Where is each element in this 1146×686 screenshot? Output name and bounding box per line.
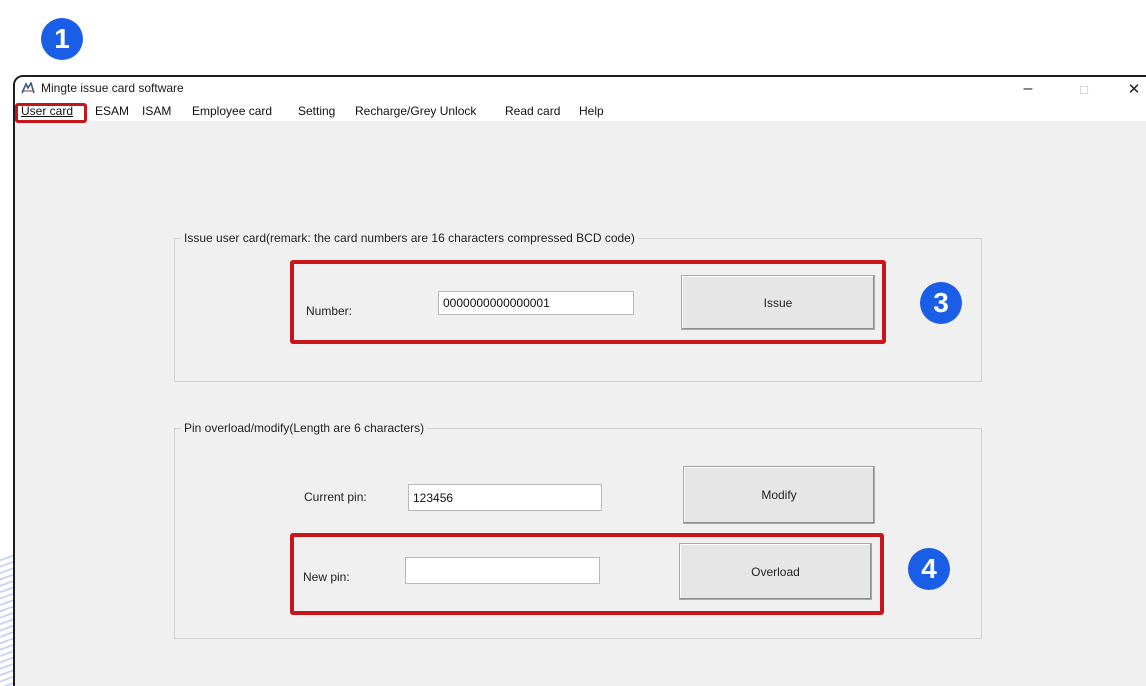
app-window: Mingte issue card software – □ ✕ User ca… — [13, 75, 1146, 686]
close-button[interactable]: ✕ — [1111, 77, 1146, 101]
app-icon — [21, 82, 35, 94]
menu-help[interactable]: Help — [579, 104, 604, 118]
modify-button[interactable]: Modify — [683, 466, 875, 524]
menu-employee-card[interactable]: Employee card — [192, 104, 272, 118]
highlight-new-pin-row — [290, 533, 884, 615]
menu-isam[interactable]: ISAM — [142, 104, 171, 118]
menu-recharge-grey-unlock[interactable]: Recharge/Grey Unlock — [355, 104, 476, 118]
issue-group-legend: Issue user card(remark: the card numbers… — [181, 231, 638, 245]
menu-esam[interactable]: ESAM — [95, 104, 129, 118]
minimize-button[interactable]: – — [1005, 77, 1051, 101]
maximize-icon: □ — [1080, 81, 1088, 97]
step-badge-1: 1 — [41, 18, 83, 60]
pin-group-legend: Pin overload/modify(Length are 6 charact… — [181, 421, 428, 435]
current-pin-label: Current pin: — [304, 490, 367, 504]
highlight-user-card — [15, 103, 87, 123]
step-badge-3: 3 — [920, 282, 962, 324]
menu-read-card[interactable]: Read card — [505, 104, 560, 118]
maximize-button[interactable]: □ — [1061, 77, 1107, 101]
window-title: Mingte issue card software — [41, 81, 184, 95]
current-pin-input[interactable] — [408, 484, 602, 511]
menu-bar: User card ESAM ISAM Employee card Settin… — [15, 101, 1146, 121]
title-bar: Mingte issue card software – □ ✕ — [15, 77, 1146, 101]
close-icon: ✕ — [1127, 81, 1141, 98]
highlight-issue-row — [290, 260, 886, 344]
minimize-icon: – — [1023, 80, 1033, 97]
step-badge-4: 4 — [908, 548, 950, 590]
menu-setting[interactable]: Setting — [298, 104, 335, 118]
